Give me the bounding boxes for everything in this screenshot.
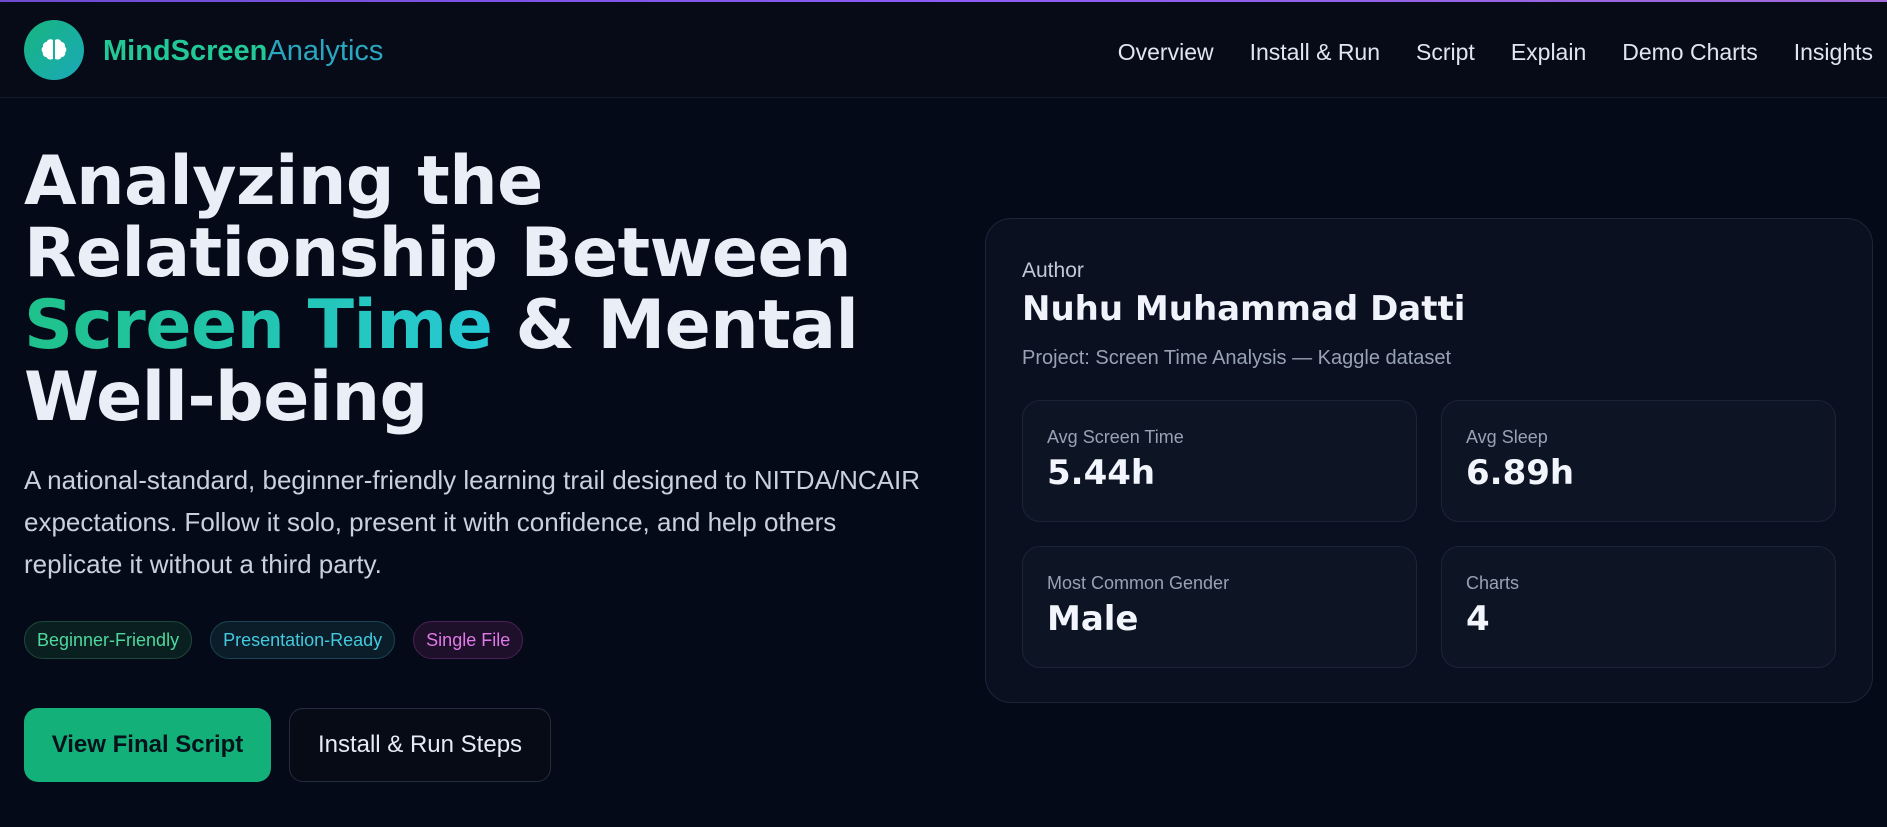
hero-title-line2: Relationship Between [24, 214, 852, 293]
stat-value: Male [1047, 599, 1139, 639]
nav-demo-charts[interactable]: Demo Charts [1622, 36, 1757, 68]
navbar: MindScreenAnalytics Overview Install & R… [0, 2, 1887, 98]
install-run-steps-button[interactable]: Install & Run Steps [289, 708, 551, 782]
tag-presentation-ready: Presentation-Ready [210, 621, 396, 659]
hero-title-line3-rest: & Mental [492, 286, 859, 365]
author-name: Nuhu Muhammad Datti [1022, 289, 1466, 329]
stat-avg-sleep: Avg Sleep 6.89h [1441, 400, 1836, 522]
tag-single-file: Single File [413, 621, 524, 659]
stat-label: Most Common Gender [1047, 573, 1230, 593]
hero-title-highlight: Screen Time [24, 286, 493, 365]
tag-list: Beginner-Friendly Presentation-Ready Sin… [24, 621, 524, 659]
author-card: Author Nuhu Muhammad Datti Project: Scre… [985, 218, 1873, 703]
stat-label: Avg Sleep [1466, 427, 1548, 447]
stat-label: Avg Screen Time [1047, 427, 1184, 447]
stat-charts: Charts 4 [1441, 546, 1836, 668]
stat-most-common-gender: Most Common Gender Male [1022, 546, 1417, 668]
stat-value: 5.44h [1047, 453, 1156, 493]
author-label: Author [1022, 259, 1084, 282]
brain-icon [41, 39, 67, 60]
nav-overview[interactable]: Overview [1118, 36, 1214, 68]
view-final-script-button[interactable]: View Final Script [24, 708, 271, 782]
hero-description: A national-standard, beginner-friendly l… [24, 465, 921, 579]
hero-title-line4: Well-being [24, 358, 428, 437]
nav-links: Overview Install & Run Script Explain De… [1118, 36, 1873, 68]
hero-title-line1: Analyzing the [24, 142, 543, 221]
tag-beginner-friendly: Beginner-Friendly [24, 621, 193, 659]
hero-title: Analyzing the Relationship Between Scree… [24, 146, 924, 434]
stat-label: Charts [1466, 573, 1520, 593]
logo[interactable] [24, 20, 84, 80]
project-description: Project: Screen Time Analysis — Kaggle d… [1022, 347, 1452, 369]
nav-script[interactable]: Script [1416, 36, 1475, 68]
stat-value: 4 [1466, 599, 1490, 639]
nav-explain[interactable]: Explain [1511, 36, 1586, 68]
brand-name[interactable]: MindScreenAnalytics [103, 33, 383, 69]
brand-name-light: Analytics [267, 35, 384, 67]
nav-insights[interactable]: Insights [1794, 36, 1873, 68]
brand-name-bold: MindScreen [103, 35, 268, 67]
stat-value: 6.89h [1466, 453, 1575, 493]
stat-avg-screen-time: Avg Screen Time 5.44h [1022, 400, 1417, 522]
nav-install-run[interactable]: Install & Run [1250, 36, 1380, 68]
